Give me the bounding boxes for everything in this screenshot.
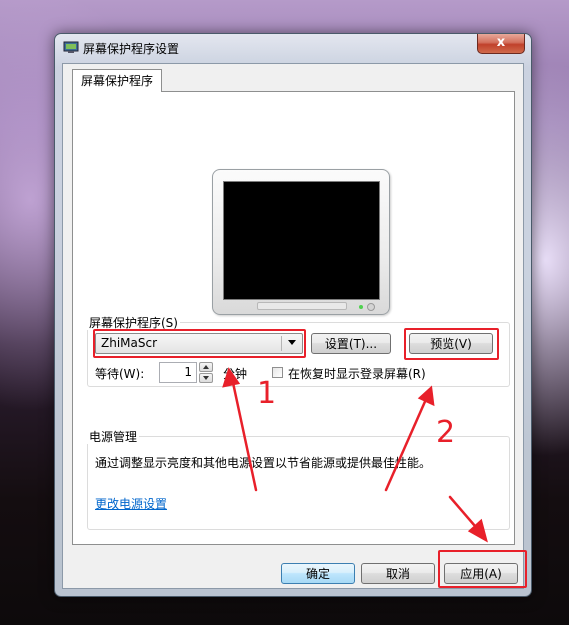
arrow-2 [384,395,429,492]
arrow-1-head [222,367,241,388]
annotation-arrows [222,367,488,543]
arrow-2-head [417,385,435,407]
arrow-1 [230,376,258,492]
tab-screensaver[interactable]: 屏幕保护程序 [72,69,162,92]
